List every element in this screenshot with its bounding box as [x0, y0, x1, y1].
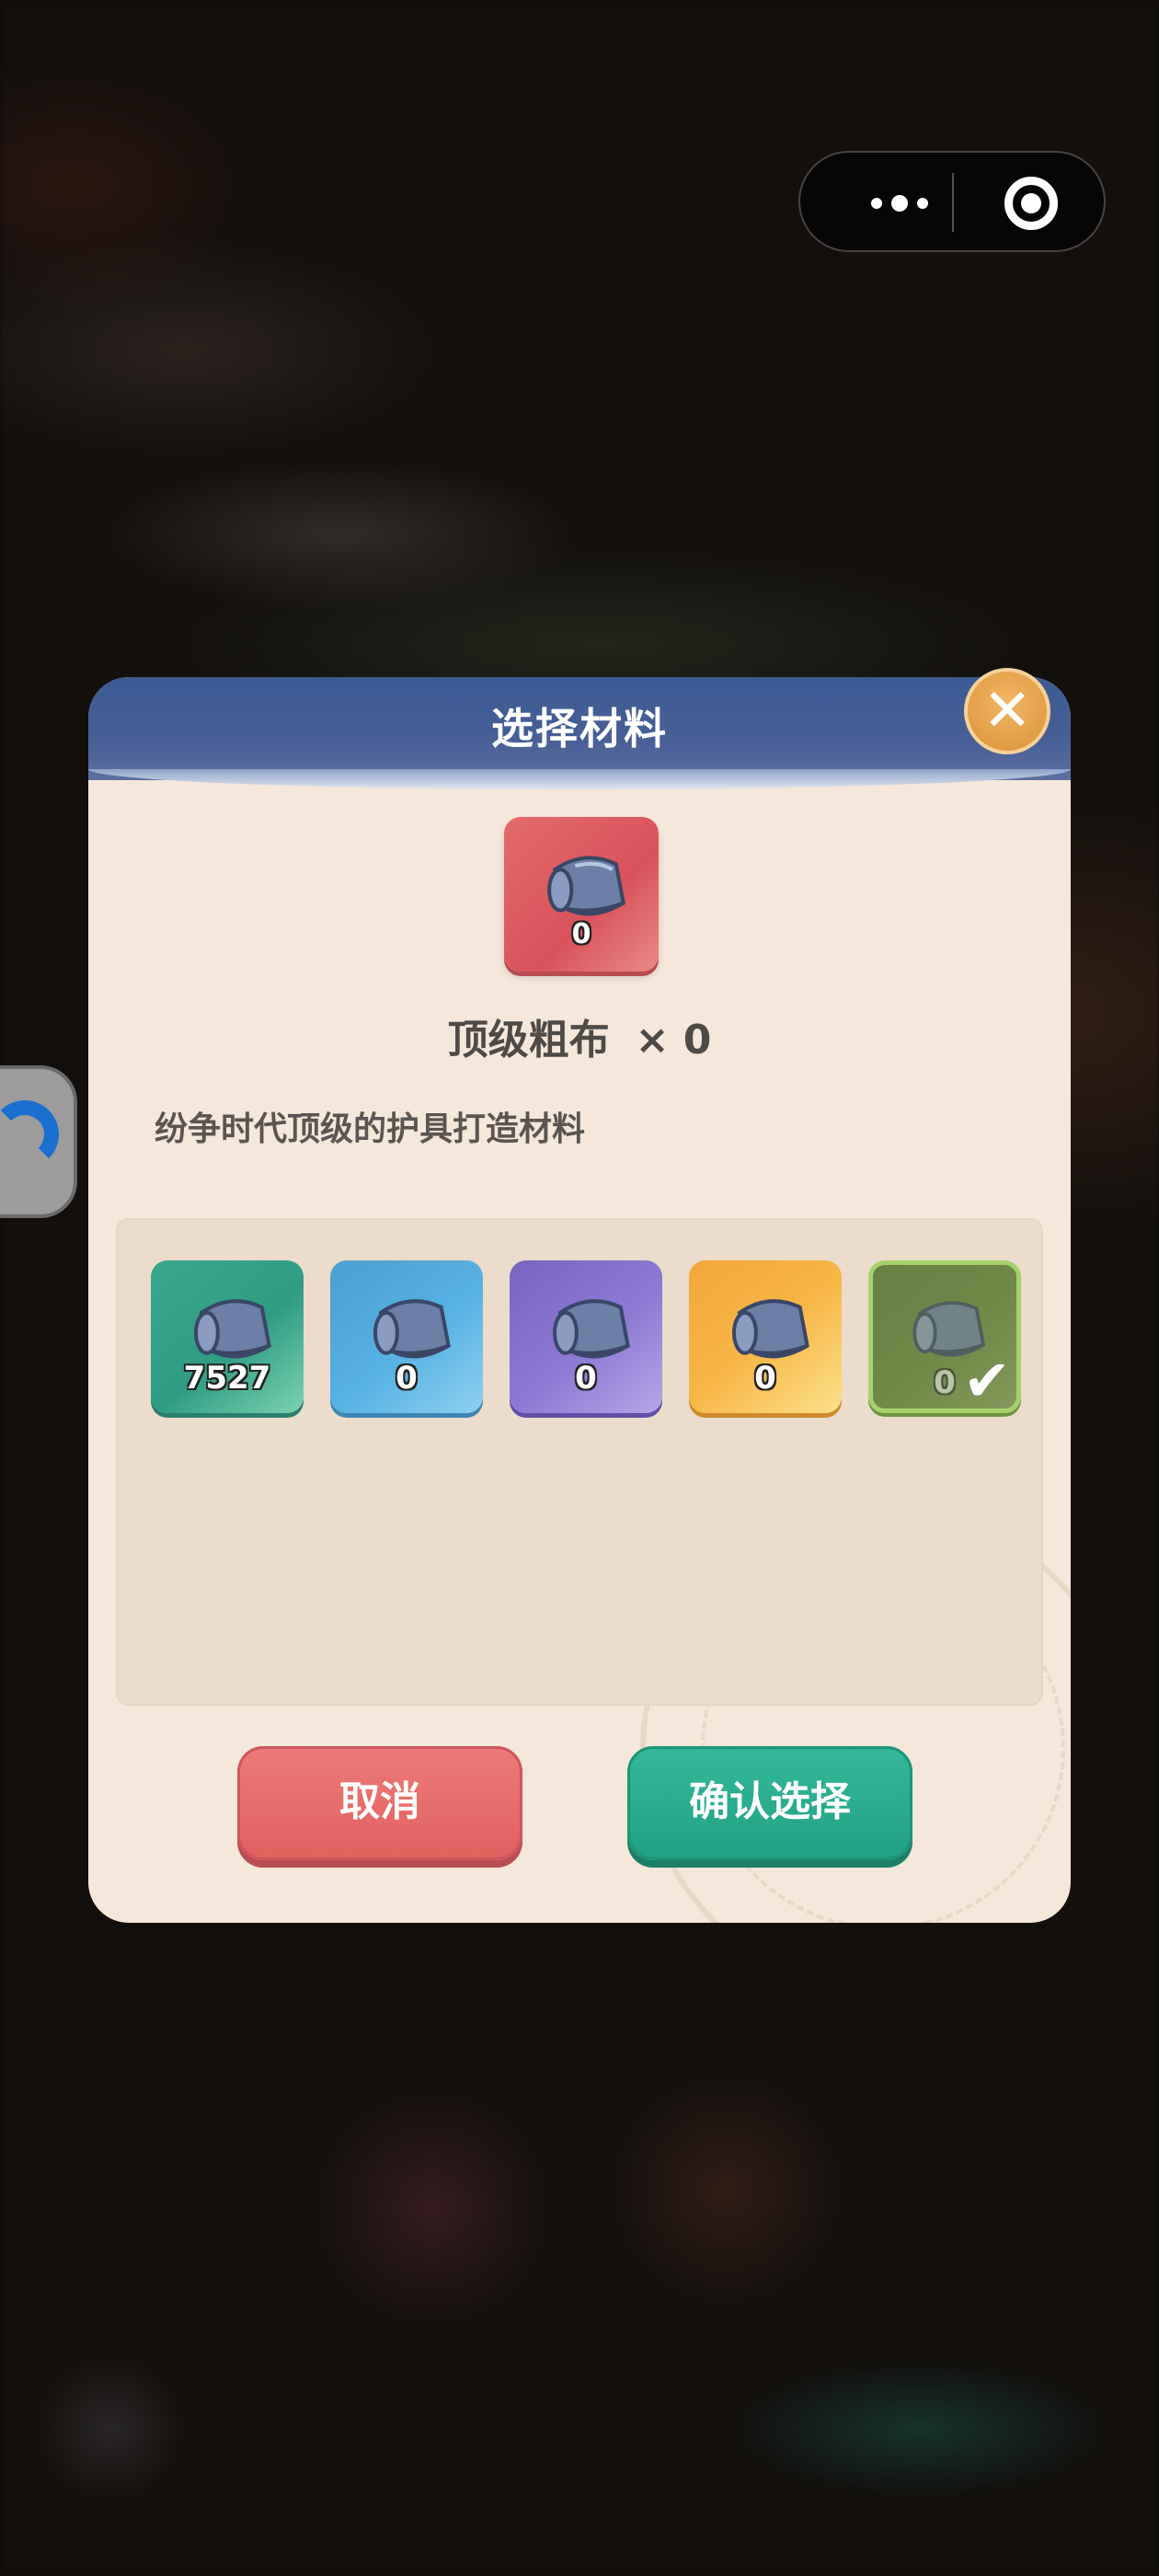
material-slot[interactable]: 7527	[151, 1260, 304, 1413]
target-circle-icon[interactable]	[1004, 177, 1058, 230]
material-slot[interactable]: 0	[330, 1260, 483, 1413]
cancel-button[interactable]: 取消	[237, 1746, 522, 1860]
material-quantity: × 0	[635, 1017, 712, 1064]
slot-count: 0	[754, 1360, 776, 1397]
slot-count: 7527	[183, 1360, 271, 1397]
capsule-divider	[952, 173, 954, 232]
floating-side-button[interactable]	[0, 1065, 77, 1218]
material-description: 纷争时代顶级的护具打造材料	[155, 1110, 586, 1148]
checkmark-icon: ✔	[963, 1347, 1011, 1414]
selected-material-count: 0	[571, 918, 591, 950]
material-slot[interactable]: 0	[689, 1260, 842, 1413]
more-dots-icon[interactable]	[844, 188, 955, 219]
header-divider	[88, 769, 1071, 789]
material-grid: 7527 0 0 0 0 ✔	[116, 1218, 1043, 1706]
select-material-dialog: 选择材料 0 顶级粗布 × 0 纷争时代顶级的护具打造材料 7527 0 0 0…	[88, 677, 1071, 1923]
close-button[interactable]: ✕	[964, 668, 1050, 754]
slot-count: 0	[396, 1360, 418, 1397]
material-slot[interactable]: 0	[510, 1260, 662, 1413]
material-name: 顶级粗布	[447, 1017, 610, 1064]
selected-material-icon: 0	[504, 817, 659, 972]
material-slot-selected[interactable]: 0 ✔	[868, 1260, 1021, 1413]
mini-program-capsule	[798, 151, 1106, 252]
slot-count: 0	[575, 1360, 597, 1397]
dialog-title: 选择材料	[491, 704, 668, 753]
confirm-button[interactable]: 确认选择	[627, 1746, 912, 1860]
close-icon: ✕	[982, 677, 1032, 745]
arc-icon	[0, 1100, 59, 1168]
material-name-line: 顶级粗布 × 0	[88, 1006, 1071, 1065]
